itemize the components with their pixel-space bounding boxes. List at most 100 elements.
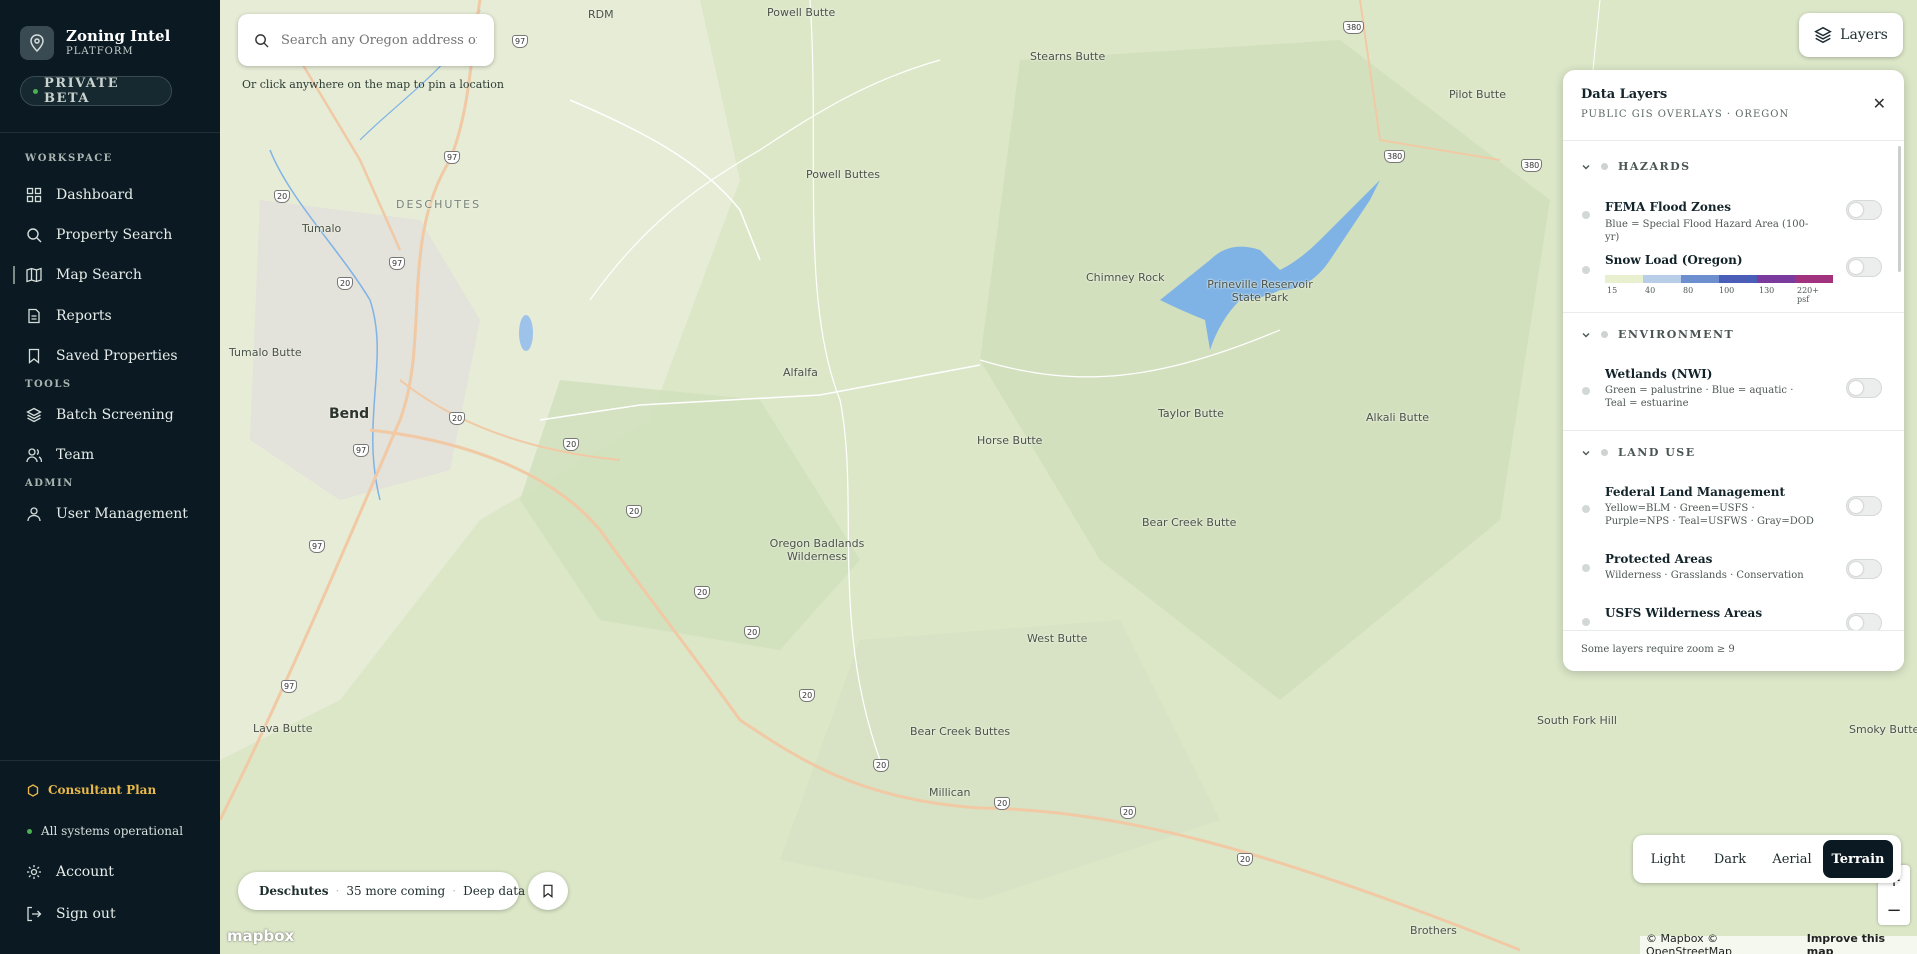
- sidebar-item-label: Dashboard: [56, 187, 134, 203]
- style-terrain-button[interactable]: Terrain: [1823, 840, 1893, 878]
- layer-desc: Green = palustrine · Blue = aquatic · Te…: [1605, 385, 1794, 409]
- place-label: Oregon Badlands Wilderness: [769, 537, 865, 563]
- layer-toggle[interactable]: [1846, 200, 1882, 220]
- signout-button[interactable]: Sign out: [0, 897, 220, 931]
- place-label: Horse Butte: [977, 434, 1043, 447]
- sidebar-item-team[interactable]: Team: [0, 438, 220, 472]
- layer-toggle[interactable]: [1846, 257, 1882, 277]
- highway-shield: 20: [274, 190, 291, 203]
- layer-name: Protected Areas: [1605, 552, 1713, 566]
- county-label: Deschutes: [259, 884, 329, 898]
- dashboard-icon: [26, 187, 42, 203]
- place-label: Stearns Butte: [1030, 50, 1106, 63]
- section-label-workspace: WORKSPACE: [25, 153, 113, 164]
- gear-icon: [27, 865, 41, 879]
- sidebar-item-user-management[interactable]: User Management: [0, 497, 220, 531]
- sidebar-item-saved-properties[interactable]: Saved Properties: [0, 339, 220, 373]
- place-label: Prineville Reservoir State Park: [1207, 278, 1313, 304]
- place-label: Tumalo: [302, 222, 342, 235]
- layer-name: FEMA Flood Zones: [1605, 200, 1731, 214]
- layer-name: Federal Land Management: [1605, 485, 1786, 499]
- layer-color-dot: [1582, 618, 1590, 626]
- scale-label: 220+ psf: [1797, 286, 1819, 304]
- section-label-tools: TOOLS: [25, 379, 72, 390]
- place-label: Powell Buttes: [806, 168, 880, 181]
- layer-toggle[interactable]: [1846, 496, 1882, 516]
- chevron-down-icon: [1582, 164, 1590, 169]
- layer-color-dot: [1582, 564, 1590, 572]
- sidebar-item-label: Saved Properties: [56, 348, 178, 364]
- mapbox-logo[interactable]: mapbox: [227, 927, 294, 945]
- sidebar-item-batch-screening[interactable]: Batch Screening: [0, 398, 220, 432]
- layer-name: Wetlands (NWI): [1605, 367, 1713, 381]
- layer-color-dot: [1582, 387, 1590, 395]
- map-icon: [26, 267, 42, 283]
- style-dark-button[interactable]: Dark: [1699, 840, 1761, 878]
- group-toggle-environment[interactable]: ENVIRONMENT: [1581, 328, 1734, 341]
- plan-badge[interactable]: Consultant Plan: [27, 783, 156, 797]
- place-label: Bend: [329, 406, 370, 422]
- layers-button[interactable]: Layers: [1799, 13, 1903, 57]
- sidebar-item-label: Map Search: [56, 267, 142, 283]
- layers-icon: [1814, 26, 1832, 44]
- group-toggle-land-use[interactable]: LAND USE: [1581, 446, 1696, 459]
- layer-desc: Yellow=BLM · Green=USFS · Purple=NPS · T…: [1605, 503, 1814, 527]
- sidebar-item-reports[interactable]: Reports: [0, 299, 220, 333]
- brand[interactable]: Zoning Intel PLATFORM: [20, 26, 170, 60]
- sidebar-item-property-search[interactable]: Property Search: [0, 218, 220, 252]
- style-aerial-button[interactable]: Aerial: [1761, 840, 1823, 878]
- place-label: Tumalo Butte: [229, 346, 302, 359]
- layer-color-dot: [1582, 266, 1590, 274]
- highway-shield: 97: [281, 680, 298, 693]
- attribution-text[interactable]: © Mapbox © OpenStreetMap: [1646, 932, 1801, 954]
- status-dot-icon: [27, 828, 32, 834]
- divider: [1563, 312, 1904, 313]
- highway-shield: 20: [1120, 806, 1137, 819]
- search-input[interactable]: [281, 32, 477, 48]
- status-label: All systems operational: [41, 824, 184, 838]
- coverage-chip[interactable]: Deschutes · 35 more coming · Deep data: [238, 872, 525, 910]
- divider: [0, 132, 220, 133]
- close-icon[interactable]: ✕: [1873, 94, 1886, 113]
- zoom-out-button[interactable]: −: [1878, 895, 1910, 925]
- account-label: Account: [56, 864, 114, 880]
- group-label: LAND USE: [1618, 446, 1696, 459]
- layer-name: USFS Wilderness Areas: [1605, 606, 1763, 620]
- place-label: Alkali Butte: [1366, 411, 1430, 424]
- sidebar-item-dashboard[interactable]: Dashboard: [0, 178, 220, 212]
- layer-toggle[interactable]: [1846, 378, 1882, 398]
- place-label: Brothers: [1410, 924, 1457, 937]
- highway-shield: 20: [744, 626, 761, 639]
- bookmark-icon: [28, 348, 40, 364]
- account-button[interactable]: Account: [0, 855, 220, 889]
- highway-shield: 20: [694, 586, 711, 599]
- style-light-button[interactable]: Light: [1637, 840, 1699, 878]
- highway-shield: 20: [873, 759, 890, 772]
- scale-label: 130: [1759, 286, 1775, 295]
- layer-desc: Blue = Special Flood Hazard Area (100-yr…: [1605, 219, 1809, 243]
- layer-color-dot: [1582, 211, 1590, 219]
- sidebar-item-map-search[interactable]: Map Search: [0, 258, 220, 292]
- highway-shield: 20: [799, 689, 816, 702]
- sidebar-item-label: Reports: [56, 308, 112, 324]
- search-box[interactable]: [238, 14, 494, 66]
- panel-subtitle: PUBLIC GIS OVERLAYS · OREGON: [1581, 109, 1790, 120]
- improve-map-link[interactable]: Improve this map: [1807, 932, 1911, 954]
- layers-button-label: Layers: [1840, 27, 1888, 43]
- highway-shield: 20: [994, 797, 1011, 810]
- sidebar-item-label: User Management: [56, 506, 188, 522]
- map-hint: Or click anywhere on the map to pin a lo…: [242, 78, 504, 91]
- group-toggle-hazards[interactable]: HAZARDS: [1581, 160, 1691, 173]
- save-location-button[interactable]: [528, 872, 568, 910]
- place-label: Millican: [929, 786, 971, 799]
- chevron-down-icon: [1582, 450, 1590, 455]
- layer-name: Snow Load (Oregon): [1605, 253, 1743, 267]
- panel-scrollbar[interactable]: [1898, 146, 1901, 272]
- more-coming-label: 35 more coming: [346, 884, 446, 898]
- team-icon: [26, 448, 42, 463]
- highway-shield: 20: [1237, 853, 1254, 866]
- bookmark-icon: [543, 884, 553, 898]
- snow-load-scale: [1605, 275, 1833, 283]
- layer-toggle[interactable]: [1846, 559, 1882, 579]
- group-label: ENVIRONMENT: [1618, 328, 1735, 341]
